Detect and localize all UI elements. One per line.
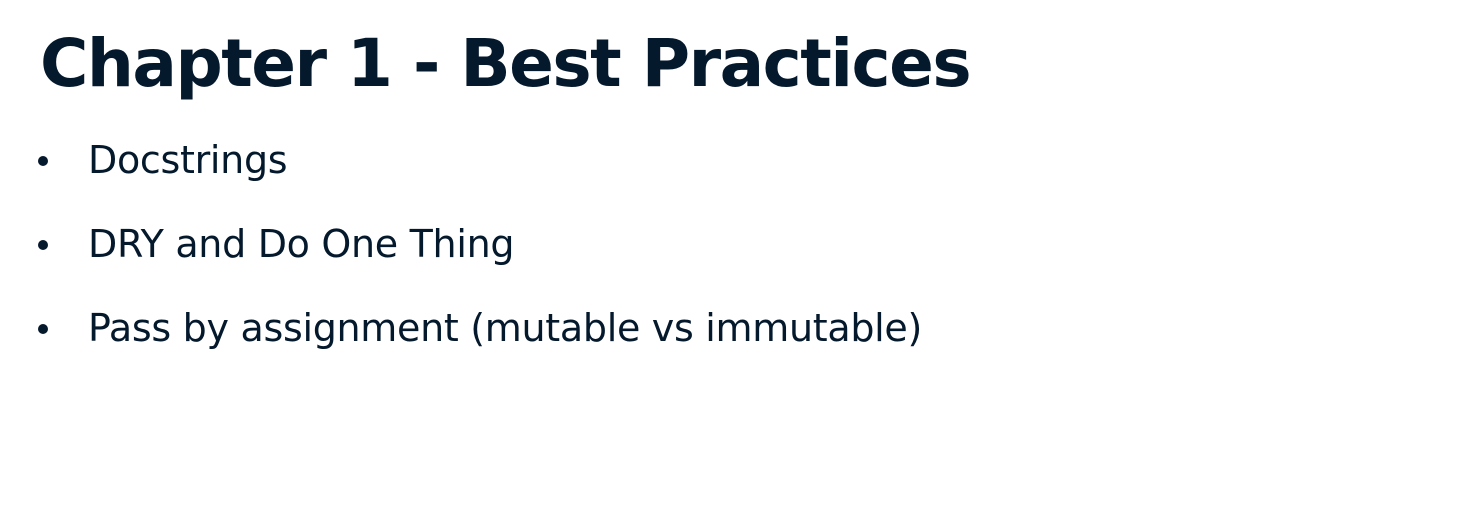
bullet-icon — [38, 324, 48, 334]
bullet-text: DRY and Do One Thing — [88, 222, 515, 266]
slide-title: Chapter 1 - Best Practices — [40, 25, 972, 102]
bullet-text: Docstrings — [88, 138, 288, 182]
bullet-text: Pass by assignment (mutable vs immutable… — [88, 306, 923, 350]
bullet-icon — [38, 156, 48, 166]
bullet-icon — [38, 240, 48, 250]
slide: Chapter 1 - Best Practices Docstrings DR… — [0, 0, 1466, 518]
